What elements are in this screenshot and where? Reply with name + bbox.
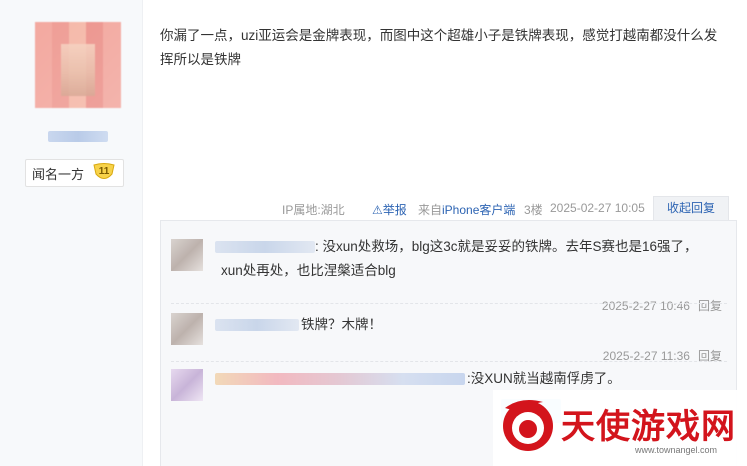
reply-divider	[171, 361, 727, 363]
post-tail: IP属地:湖北 ⚠举报 来自iPhone客户端 3楼 2025-02-27 10…	[160, 196, 730, 220]
reply-text-line1: : 没xun处救场，blg这3c就是妥妥的铁牌。去年S赛也是16强了，	[315, 239, 698, 254]
username-blurred[interactable]	[48, 131, 108, 142]
user-badge[interactable]: 闻名一方 11	[25, 159, 124, 187]
watermark-text: 天使游戏网	[561, 407, 736, 447]
report-label: 举报	[382, 203, 407, 217]
reply-username-blurred[interactable]	[215, 373, 465, 385]
reply-divider	[171, 303, 727, 305]
reply-meta: 2025-2-27 10:46 回复	[602, 297, 722, 314]
reply-username-blurred[interactable]	[215, 319, 299, 331]
reply-text-line1: :没XUN就当越南俘虏了。	[467, 371, 621, 386]
site-watermark: 天使游戏网 www.townangel.com	[493, 390, 747, 466]
ip-location: IP属地:湖北	[282, 203, 345, 217]
badge-name: 闻名一方	[32, 166, 85, 182]
avatar-face-pixelated	[61, 44, 95, 96]
user-sidebar: 闻名一方 11	[0, 0, 143, 466]
reply-button[interactable]: 回复	[698, 299, 722, 313]
reply-text-line2: xun处再处，也比涅槃适合blg	[221, 263, 396, 278]
badge-level-number: 11	[98, 166, 110, 177]
source-client-link[interactable]: iPhone客户端	[442, 203, 515, 217]
level-shield-icon: 11	[93, 163, 115, 183]
floor-number: 3楼	[524, 203, 543, 217]
collapse-replies-button[interactable]: 收起回复	[653, 196, 729, 220]
post-time: 2025-02-27 10:05	[550, 201, 645, 215]
reply-avatar[interactable]	[171, 239, 203, 271]
reply-avatar[interactable]	[171, 313, 203, 345]
angel-logo-icon	[503, 400, 553, 451]
reply-username-blurred[interactable]	[215, 241, 315, 253]
post-content: 你漏了一点，uzi亚运会是金牌表现，而图中这个超雄小子是铁牌表现，感觉打越南都没…	[160, 28, 718, 67]
reply-text-line1: 铁牌？木牌！	[301, 317, 382, 332]
reply-time: 2025-2-27 10:46	[601, 299, 690, 313]
watermark-url: www.townangel.com	[635, 445, 718, 455]
post-source: 来自iPhone客户端	[418, 201, 515, 218]
report-link[interactable]: ⚠举报	[372, 201, 407, 218]
reply-avatar[interactable]	[171, 369, 203, 401]
user-avatar[interactable]	[35, 22, 121, 108]
source-prefix: 来自	[418, 203, 443, 217]
warning-triangle-icon: ⚠	[372, 203, 383, 217]
